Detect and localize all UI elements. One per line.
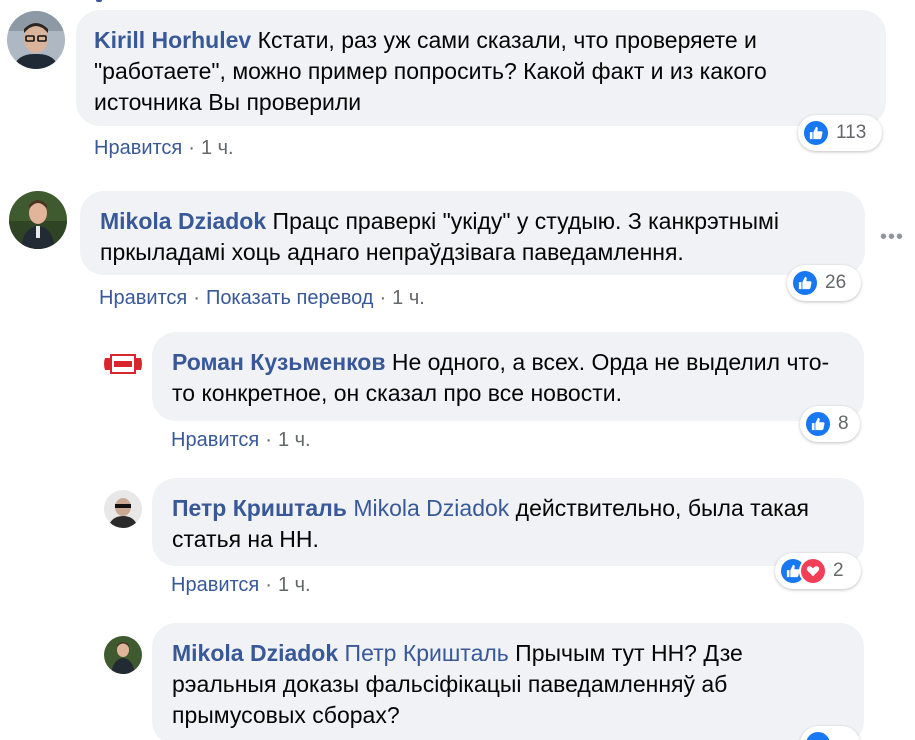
- comment-author[interactable]: Mikola Dziadok: [100, 208, 266, 234]
- mention-link[interactable]: Петр Кришталь: [345, 640, 509, 666]
- comment-bubble: Роман Кузьменков Не одного, а всех. Орда…: [152, 332, 864, 421]
- comment-time[interactable]: 1 ч.: [278, 429, 311, 451]
- reaction-summary[interactable]: 113: [798, 115, 882, 151]
- comment-bubble: Mikola Dziadok Петр Кришталь Прычым тут …: [152, 623, 864, 740]
- comment-time[interactable]: 1 ч.: [392, 287, 425, 309]
- like-reaction-icon: [804, 410, 832, 438]
- comment-time[interactable]: 1 ч.: [278, 574, 311, 596]
- avatar[interactable]: [104, 490, 142, 528]
- avatar[interactable]: [104, 636, 142, 674]
- like-link[interactable]: Нравится: [171, 574, 259, 596]
- comment-author[interactable]: Mikola Dziadok: [172, 640, 338, 666]
- reaction-count: 8: [838, 413, 849, 434]
- avatar[interactable]: [7, 11, 65, 69]
- reaction-summary[interactable]: 8: [800, 406, 860, 442]
- reaction-summary[interactable]: 26: [787, 265, 861, 301]
- reaction-summary[interactable]: 2: [775, 553, 861, 589]
- translate-link[interactable]: Показать перевод: [206, 287, 374, 309]
- more-options-icon[interactable]: •••: [880, 226, 904, 249]
- comment-bubble: Kirill Horhulev Кстати, раз уж сами сказ…: [76, 10, 886, 126]
- like-link[interactable]: Нравится: [94, 137, 182, 159]
- comment-author[interactable]: Петр Кришталь: [172, 495, 347, 521]
- comment-author[interactable]: Роман Кузьменков: [172, 349, 386, 375]
- reaction-count: 26: [825, 272, 847, 293]
- cut-off-link: [96, 0, 102, 2]
- reaction-count: 113: [836, 122, 867, 143]
- like-link[interactable]: Нравится: [171, 429, 259, 451]
- like-reaction-icon: [802, 119, 830, 147]
- love-reaction-icon: [799, 557, 827, 585]
- comment-author[interactable]: Kirill Horhulev: [94, 27, 251, 53]
- comment-actions: Нравится · 1 ч.: [171, 429, 311, 451]
- avatar[interactable]: [104, 345, 142, 383]
- avatar[interactable]: [9, 191, 67, 249]
- like-link[interactable]: Нравится: [99, 287, 187, 309]
- mention-link[interactable]: Mikola Dziadok: [353, 495, 509, 521]
- comment-time[interactable]: 1 ч.: [201, 137, 234, 159]
- comment-actions: Нравится · Показать перевод · 1 ч.: [99, 287, 425, 309]
- like-reaction-icon: [804, 730, 832, 740]
- comment-bubble: Петр Кришталь Mikola Dziadok действитель…: [152, 478, 864, 566]
- reaction-count: 2: [833, 560, 844, 581]
- comments-thread: Kirill Horhulev Кстати, раз уж сами сказ…: [0, 0, 915, 740]
- comment-actions: Нравится · 1 ч.: [94, 137, 234, 159]
- comment-bubble: Mikola Dziadok Працс праверкі "укіду" у …: [80, 191, 865, 275]
- comment-actions: Нравится · 1 ч.: [171, 574, 311, 596]
- reaction-summary[interactable]: [800, 726, 860, 740]
- like-reaction-icon: [791, 269, 819, 297]
